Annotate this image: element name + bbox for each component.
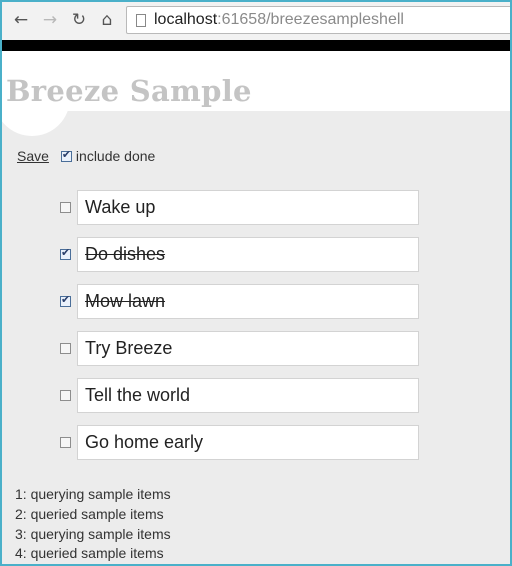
todo-item: Wake up: [60, 190, 420, 237]
todo-description-input[interactable]: Do dishes: [77, 237, 419, 272]
todo-item: Do dishes: [60, 237, 420, 284]
back-arrow-icon[interactable]: ←: [10, 9, 32, 31]
todo-description-input[interactable]: Go home early: [77, 425, 419, 460]
page-icon: [136, 13, 146, 27]
todo-done-checkbox[interactable]: [60, 343, 71, 354]
todo-item: Mow lawn: [60, 284, 420, 331]
home-icon[interactable]: ⌂: [96, 9, 118, 31]
todo-description-input[interactable]: Try Breeze: [77, 331, 419, 366]
log-line: 2: queried sample items: [15, 505, 164, 522]
page-title: Breeze Sample: [6, 74, 252, 108]
todo-description-input[interactable]: Tell the world: [77, 378, 419, 413]
include-done-label: include done: [75, 148, 156, 164]
todo-item: Tell the world: [60, 378, 420, 425]
todo-done-checkbox[interactable]: [60, 202, 71, 213]
todo-done-checkbox[interactable]: [60, 390, 71, 401]
todo-done-checkbox[interactable]: [60, 246, 71, 260]
todo-item: Try Breeze: [60, 331, 420, 378]
top-black-bar: [2, 40, 510, 51]
log-line: 3: querying sample items: [15, 525, 171, 542]
log-line: 1: querying sample items: [15, 486, 171, 502]
todo-list: Wake up Do dishes Mow lawn Try Breeze Te…: [60, 190, 420, 472]
todo-toolbar: Save include done: [17, 148, 156, 165]
forward-arrow-icon[interactable]: →: [39, 9, 61, 31]
todo-description-input[interactable]: Wake up: [77, 190, 419, 225]
browser-toolbar: ← → ↻ ⌂ localhost:61658/breezesampleshel…: [2, 2, 510, 40]
address-bar[interactable]: localhost:61658/breezesampleshell: [126, 6, 510, 34]
log-messages: 1: querying sample items 2: queried samp…: [15, 485, 171, 564]
todo-done-checkbox[interactable]: [60, 293, 71, 307]
reload-icon[interactable]: ↻: [68, 9, 90, 31]
url-host: localhost: [154, 11, 218, 28]
save-link[interactable]: Save: [17, 148, 49, 164]
include-done-checkbox[interactable]: [60, 148, 72, 162]
todo-done-checkbox[interactable]: [60, 437, 71, 448]
todo-description-input[interactable]: Mow lawn: [77, 284, 419, 319]
log-line: 4: queried sample items: [15, 545, 164, 562]
browser-window: ← → ↻ ⌂ localhost:61658/breezesampleshel…: [0, 0, 512, 566]
url-path: :61658/breezesampleshell: [217, 11, 404, 28]
todo-item: Go home early: [60, 425, 420, 472]
